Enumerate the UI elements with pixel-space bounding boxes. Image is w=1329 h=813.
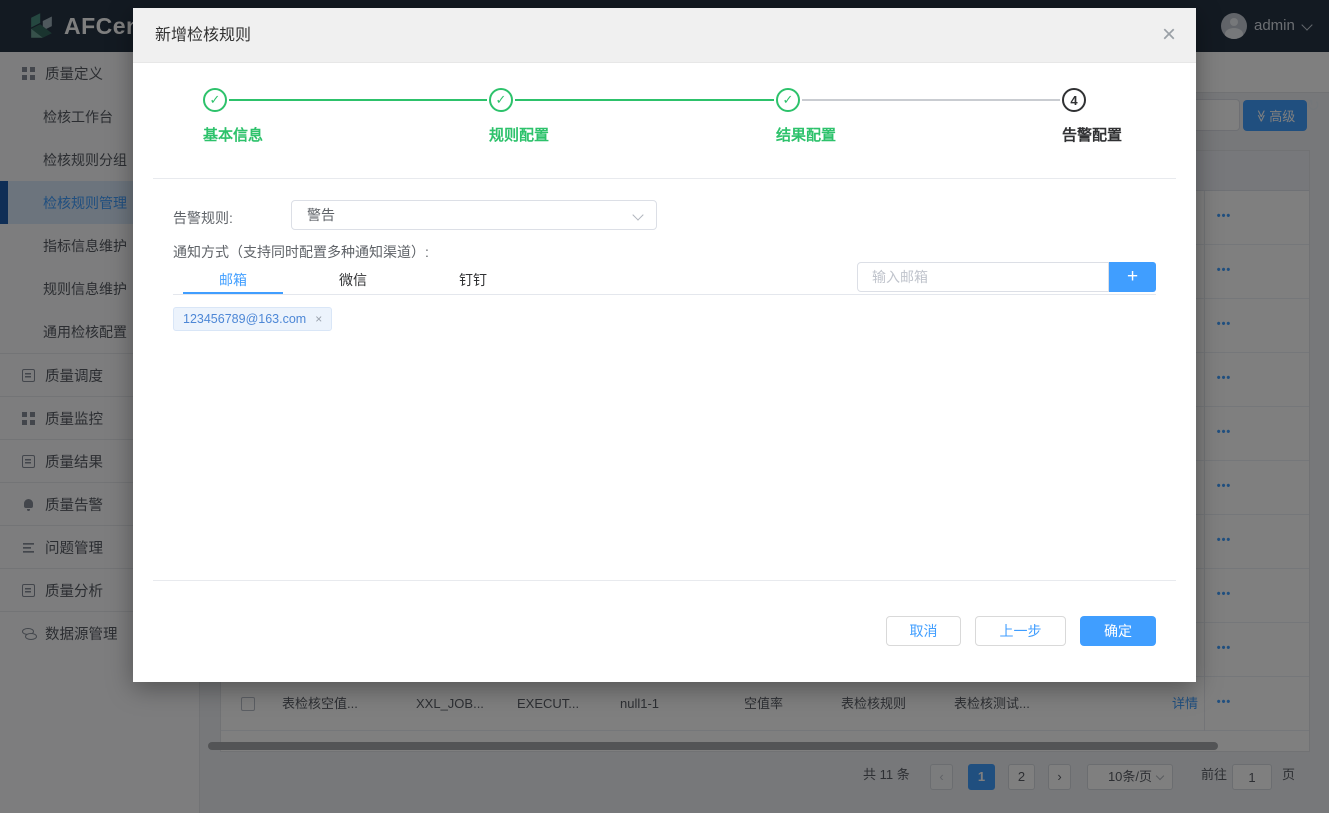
close-icon[interactable]: × [1162,21,1176,49]
step-3-check-icon: ✓ [776,88,800,112]
tabs-divider [173,294,1156,295]
cancel-button[interactable]: 取消 [886,616,961,646]
email-tag: 123456789@163.com × [173,307,332,331]
notify-method-label: 通知方式（支持同时配置多种通知渠道）: [173,242,429,262]
add-email-button[interactable]: + [1109,262,1156,292]
step-connector-3 [802,99,1060,101]
alert-rule-value: 警告 [307,201,335,229]
step-4-number-icon: 4 [1062,88,1086,112]
step-connector-1 [229,99,487,101]
email-tag-text: 123456789@163.com [183,312,306,326]
step-2-label: 规则配置 [489,124,549,145]
tab-dingtalk[interactable]: 钉钉 [423,266,523,294]
tab-email[interactable]: 邮箱 [183,266,283,294]
confirm-button[interactable]: 确定 [1080,616,1156,646]
step-1-check-icon: ✓ [203,88,227,112]
chevron-down-icon [632,209,643,220]
step-3-label: 结果配置 [776,124,836,145]
alert-rule-select[interactable]: 警告 [291,200,657,230]
active-tab-underline [183,292,283,294]
previous-step-button[interactable]: 上一步 [975,616,1066,646]
remove-tag-icon[interactable]: × [315,312,322,326]
alert-rule-label: 告警规则: [173,208,233,228]
step-connector-2 [515,99,774,101]
tab-wechat[interactable]: 微信 [303,266,403,294]
step-2-check-icon: ✓ [489,88,513,112]
modal-title: 新增检核规则 [155,8,251,63]
divider [153,178,1176,179]
add-check-rule-modal: 新增检核规则 × ✓ ✓ ✓ 4 基本信息 规则配置 结果配置 告警配置 告警规… [133,8,1196,682]
email-input[interactable] [857,262,1109,292]
step-1-label: 基本信息 [203,124,263,145]
modal-header: 新增检核规则 × [133,8,1196,63]
step-4-label: 告警配置 [1062,124,1122,145]
divider [153,580,1176,581]
screen: AFCent admin 质量定义 检核工作台 检核规则分组 检核规则管理 指标… [0,0,1329,813]
